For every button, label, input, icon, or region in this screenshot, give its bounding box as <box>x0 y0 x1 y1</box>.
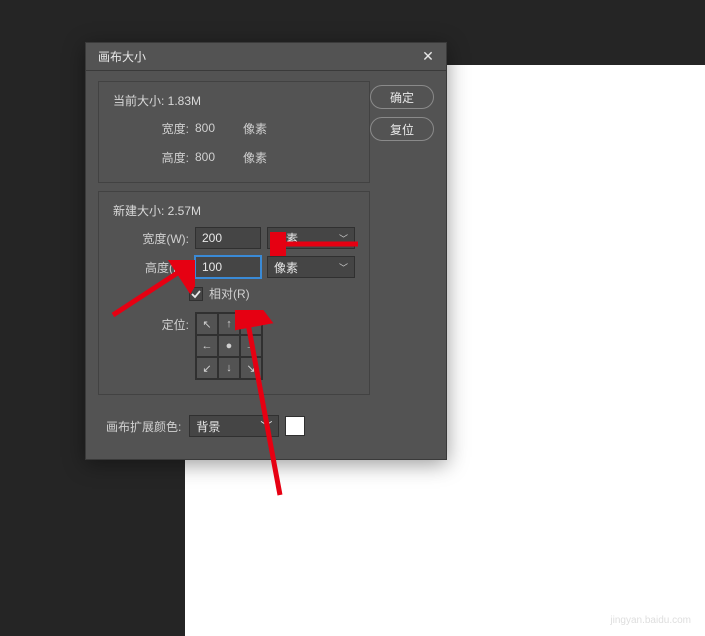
extension-color-select[interactable]: 背景 ﹀ <box>189 415 279 437</box>
arrow-right-icon: → <box>246 340 257 352</box>
chevron-down-icon: ﹀ <box>260 418 272 435</box>
ok-button[interactable]: 确定 <box>370 85 434 109</box>
current-size-heading: 当前大小: 1.83M <box>113 92 355 109</box>
extension-color-label: 画布扩展颜色: <box>106 418 189 435</box>
anchor-top-right[interactable]: ↗ <box>240 313 262 335</box>
new-size-group: 新建大小: 2.57M 宽度(W): 像素 ﹀ 高度(H): 像素 ﹀ <box>98 191 370 395</box>
current-height-value: 800 <box>195 150 243 164</box>
anchor-grid[interactable]: ↖ ↑ ↗ ← ● → ↙ ↓ ↘ <box>195 312 263 380</box>
new-width-input[interactable] <box>195 227 261 249</box>
close-icon[interactable]: ✕ <box>418 47 438 67</box>
new-width-label: 宽度(W): <box>113 230 195 247</box>
watermark-brand-right: 经验 <box>645 588 691 613</box>
anchor-bottom-left[interactable]: ↙ <box>196 357 218 379</box>
chevron-down-icon: ﹀ <box>339 232 348 245</box>
arrow-down-icon: ↓ <box>226 362 232 374</box>
current-size-group: 当前大小: 1.83M 宽度: 800 像素 高度: 800 像素 <box>98 81 370 183</box>
current-width-value: 800 <box>195 121 243 135</box>
new-height-unit-select[interactable]: 像素 ﹀ <box>267 256 355 278</box>
current-height-unit: 像素 <box>243 149 267 166</box>
relative-label: 相对(R) <box>209 285 250 302</box>
canvas-size-dialog: 画布大小 ✕ 当前大小: 1.83M 宽度: 800 像素 高度: 800 像素… <box>85 42 447 460</box>
anchor-left[interactable]: ← <box>196 335 218 357</box>
anchor-right[interactable]: → <box>240 335 262 357</box>
arrow-left-icon: ← <box>202 340 213 352</box>
new-width-unit-value: 像素 <box>274 230 298 247</box>
anchor-top[interactable]: ↑ <box>218 313 240 335</box>
new-height-input[interactable] <box>195 256 261 278</box>
anchor-top-left[interactable]: ↖ <box>196 313 218 335</box>
current-width-label: 宽度: <box>113 120 195 137</box>
anchor-center[interactable]: ● <box>218 335 240 357</box>
reset-button[interactable]: 复位 <box>370 117 434 141</box>
current-height-label: 高度: <box>113 149 195 166</box>
dialog-title: 画布大小 <box>98 48 418 65</box>
arrow-up-icon: ↑ <box>226 318 232 330</box>
arrow-up-right-icon: ↗ <box>246 318 255 331</box>
dot-icon: ● <box>226 340 233 352</box>
anchor-bottom-right[interactable]: ↘ <box>240 357 262 379</box>
watermark-url: jingyan.baidu.com <box>579 615 691 626</box>
check-icon <box>191 289 201 299</box>
arrow-down-left-icon: ↙ <box>202 362 211 375</box>
current-width-unit: 像素 <box>243 120 267 137</box>
extension-color-swatch[interactable] <box>285 416 305 436</box>
watermark: Baido经验 jingyan.baidu.com <box>579 583 691 626</box>
extension-color-value: 背景 <box>196 418 220 435</box>
anchor-label: 定位: <box>113 312 195 333</box>
chevron-down-icon: ﹀ <box>339 261 348 274</box>
new-height-label: 高度(H): <box>113 259 195 276</box>
new-size-heading: 新建大小: 2.57M <box>113 202 355 219</box>
arrow-down-right-icon: ↘ <box>246 362 255 375</box>
anchor-bottom[interactable]: ↓ <box>218 357 240 379</box>
watermark-brand-left: Bai <box>579 588 616 613</box>
relative-checkbox[interactable] <box>189 287 203 301</box>
dialog-titlebar[interactable]: 画布大小 ✕ <box>86 43 446 71</box>
new-width-unit-select[interactable]: 像素 ﹀ <box>267 227 355 249</box>
new-height-unit-value: 像素 <box>274 259 298 276</box>
arrow-up-left-icon: ↖ <box>202 318 211 331</box>
